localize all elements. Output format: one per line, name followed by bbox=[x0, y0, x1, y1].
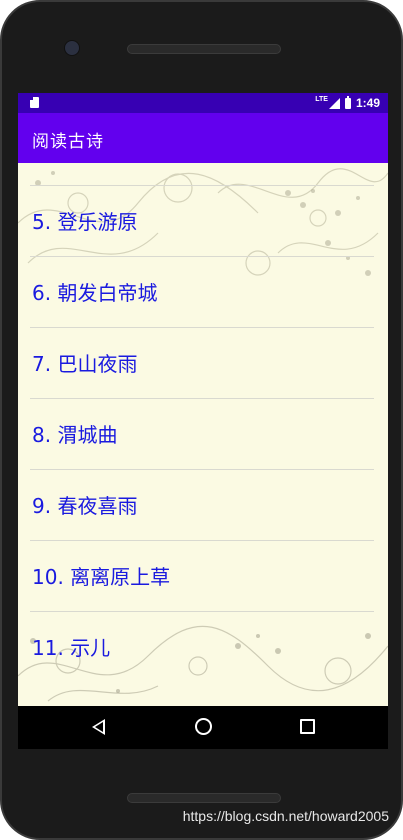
list-item[interactable]: 8. 渭城曲 bbox=[30, 398, 374, 469]
home-icon[interactable] bbox=[195, 718, 212, 735]
earpiece-speaker bbox=[127, 44, 281, 54]
watermark: https://blog.csdn.net/howard2005 bbox=[182, 808, 389, 824]
poem-title: 11. 示儿 bbox=[32, 636, 111, 660]
poem-title: 6. 朝发白帝城 bbox=[32, 281, 158, 305]
screen: LTE 1:49 阅读古诗 5. 登乐游原 6. 朝发白帝城 7. 巴山夜雨 8… bbox=[18, 93, 388, 749]
list-item[interactable]: 9. 春夜喜雨 bbox=[30, 469, 374, 540]
status-icons: LTE 1:49 bbox=[315, 94, 380, 112]
list-item[interactable]: 7. 巴山夜雨 bbox=[30, 327, 374, 398]
phone-frame: LTE 1:49 阅读古诗 5. 登乐游原 6. 朝发白帝城 7. 巴山夜雨 8… bbox=[0, 0, 403, 840]
poem-title: 9. 春夜喜雨 bbox=[32, 494, 138, 518]
app-bar: 阅读古诗 bbox=[18, 113, 388, 163]
recent-apps-icon[interactable] bbox=[300, 719, 315, 734]
lte-label: LTE bbox=[315, 95, 328, 103]
poem-list-container[interactable]: 5. 登乐游原 6. 朝发白帝城 7. 巴山夜雨 8. 渭城曲 9. 春夜喜雨 … bbox=[18, 163, 388, 706]
poem-title: 8. 渭城曲 bbox=[32, 423, 118, 447]
poem-title: 7. 巴山夜雨 bbox=[32, 352, 138, 376]
poem-title: 5. 登乐游原 bbox=[32, 210, 138, 234]
list-item[interactable]: 5. 登乐游原 bbox=[30, 185, 374, 256]
list-item[interactable]: 6. 朝发白帝城 bbox=[30, 256, 374, 327]
list-item[interactable]: 10. 离离原上草 bbox=[30, 540, 374, 611]
camera-icon bbox=[64, 40, 80, 56]
battery-icon bbox=[344, 95, 351, 109]
bottom-speaker bbox=[127, 793, 281, 803]
list-item[interactable]: 11. 示儿 bbox=[30, 611, 374, 682]
status-time: 1:49 bbox=[355, 96, 380, 110]
signal-icon bbox=[328, 97, 340, 109]
sd-card-icon bbox=[30, 97, 39, 108]
back-icon[interactable] bbox=[92, 719, 105, 735]
status-bar: LTE 1:49 bbox=[18, 93, 388, 113]
app-title: 阅读古诗 bbox=[32, 132, 104, 152]
navigation-bar bbox=[18, 706, 388, 749]
poem-list: 5. 登乐游原 6. 朝发白帝城 7. 巴山夜雨 8. 渭城曲 9. 春夜喜雨 … bbox=[30, 185, 374, 682]
poem-title: 10. 离离原上草 bbox=[32, 565, 171, 589]
